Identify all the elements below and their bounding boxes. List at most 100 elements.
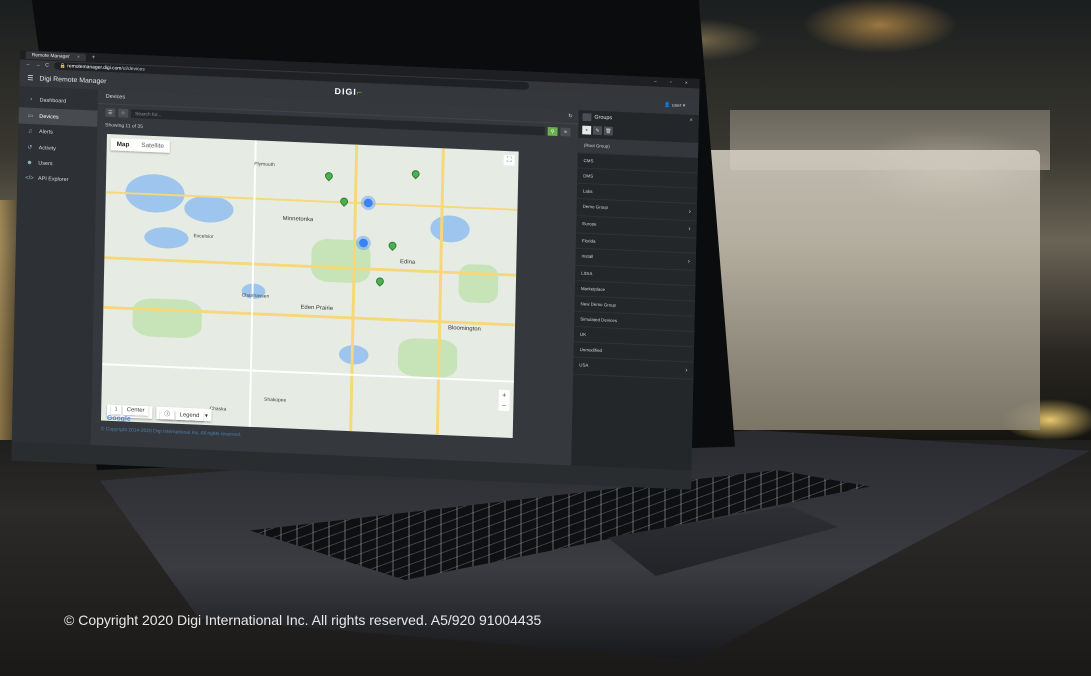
map-view-button[interactable]: ⌾ bbox=[118, 108, 129, 118]
gauge-icon: ◔ bbox=[28, 97, 33, 104]
map-type-map[interactable]: Map bbox=[111, 138, 136, 151]
group-item-label: USA bbox=[579, 362, 589, 368]
fullscreen-icon[interactable]: ⛶ bbox=[503, 154, 515, 166]
map-label: Edina bbox=[399, 259, 416, 266]
list-view-button[interactable]: ☰ bbox=[105, 108, 116, 118]
laptop-photo: Remote Manager × + – ▫ × ← → C 🔒 remotem… bbox=[0, 0, 1091, 676]
search-button[interactable]: ⚲ bbox=[547, 126, 558, 137]
page-footer: © Copyright 2014-2020 Digi International… bbox=[100, 426, 242, 438]
users-icon: ☻ bbox=[26, 160, 33, 167]
sidebar-item-label: Dashboard bbox=[39, 97, 67, 105]
lake bbox=[184, 194, 234, 224]
new-tab-icon[interactable]: + bbox=[92, 55, 96, 61]
url-path: /ui/devices bbox=[121, 65, 145, 73]
group-item-label: LIDIA bbox=[581, 270, 593, 277]
sidebar-item-api-explorer[interactable]: </> API Explorer bbox=[17, 170, 96, 189]
device-icon: ▭ bbox=[27, 113, 34, 120]
park bbox=[132, 297, 203, 339]
devices-panel: Devices ↻ ☰ ⌾ Search for... ⚲ ≡ Showing … bbox=[90, 89, 579, 466]
map-label: Chanhassen bbox=[241, 292, 270, 300]
zoom-in-button[interactable]: + bbox=[499, 390, 510, 401]
center-label: Center bbox=[122, 405, 149, 416]
device-marker[interactable] bbox=[374, 275, 386, 287]
user-menu[interactable]: 👤 user ▾ bbox=[664, 102, 685, 109]
folder-icon bbox=[582, 113, 592, 122]
edit-group-button[interactable]: ✎ bbox=[592, 126, 603, 136]
group-item-label: Unmodified bbox=[579, 347, 603, 353]
chevron-right-icon[interactable]: › bbox=[688, 258, 690, 265]
chevron-right-icon[interactable]: › bbox=[689, 209, 691, 216]
highway bbox=[349, 144, 359, 432]
code-icon: </> bbox=[25, 175, 34, 182]
device-marker[interactable] bbox=[338, 196, 350, 207]
refresh-icon[interactable]: ↻ bbox=[568, 114, 573, 120]
brand-text: DIGI bbox=[334, 86, 357, 97]
device-marker[interactable] bbox=[410, 168, 422, 180]
zoom-control: + − bbox=[498, 389, 510, 412]
group-item-label: Florida bbox=[581, 238, 596, 244]
close-icon[interactable]: × bbox=[77, 54, 80, 60]
map-label: Plymouth bbox=[254, 161, 275, 168]
laptop-screen: Remote Manager × + – ▫ × ← → C 🔒 remotem… bbox=[11, 50, 700, 490]
device-marker[interactable] bbox=[386, 240, 399, 251]
close-icon[interactable]: × bbox=[689, 118, 693, 124]
device-marker[interactable] bbox=[323, 170, 335, 182]
lock-icon: 🔒 bbox=[59, 63, 66, 70]
window-controls[interactable]: – ▫ × bbox=[654, 79, 694, 86]
sidebar: ◔ Dashboard ▭ Devices ♫ Alerts ↺ Activity ☻ U… bbox=[11, 86, 99, 445]
map-label: Minnetonka bbox=[282, 216, 314, 224]
group-item-label: Europe bbox=[582, 221, 597, 227]
legend-label: Legend bbox=[175, 410, 204, 422]
info-icon: ⓘ bbox=[160, 409, 175, 420]
lake bbox=[430, 214, 471, 244]
device-cluster[interactable] bbox=[358, 238, 369, 248]
group-item-label: Demo Group bbox=[582, 203, 609, 210]
chevron-right-icon[interactable]: › bbox=[685, 367, 687, 374]
group-item-label: (Root Group) bbox=[583, 142, 610, 149]
reload-icon[interactable]: C bbox=[45, 63, 49, 69]
groups-title: Groups bbox=[594, 114, 613, 122]
filter-button[interactable]: ≡ bbox=[560, 127, 571, 137]
sidebar-item-label: API Explorer bbox=[37, 175, 69, 184]
sidebar-item-label: Alerts bbox=[38, 129, 53, 136]
group-item-label: UK bbox=[579, 331, 587, 337]
device-cluster[interactable] bbox=[363, 198, 373, 208]
group-item-label: DMS bbox=[583, 173, 594, 179]
forward-icon[interactable]: → bbox=[35, 62, 40, 68]
group-item-label: Marketplace bbox=[580, 286, 606, 292]
group-item-label: Labs bbox=[582, 188, 593, 194]
add-group-button[interactable]: + bbox=[582, 125, 592, 135]
delete-group-button[interactable]: 🗑 bbox=[603, 126, 613, 136]
groups-panel: Groups × + ✎ 🗑 (Root Group) CMS DMS Labs Dem… bbox=[571, 110, 699, 471]
google-logo: Google bbox=[106, 415, 131, 423]
navigate-icon: ⟟ bbox=[110, 404, 122, 415]
zoom-out-button[interactable]: − bbox=[498, 400, 509, 411]
park bbox=[458, 263, 499, 304]
app-title: Digi Remote Manager bbox=[39, 75, 107, 85]
highway bbox=[435, 148, 445, 435]
menu-icon[interactable]: ☰ bbox=[27, 74, 33, 82]
map-label: Excelsior bbox=[193, 233, 214, 240]
map-label: Chaska bbox=[209, 406, 227, 413]
url-host: remotemanager.digi.com bbox=[67, 63, 122, 72]
map-label: Eden Prairie bbox=[300, 304, 334, 312]
user-icon: 👤 bbox=[664, 102, 671, 109]
devices-title: Devices bbox=[105, 93, 126, 101]
legend-button[interactable]: ⓘ Legend ▾ bbox=[156, 406, 212, 422]
digi-logo: DIGI⌐ bbox=[334, 86, 364, 98]
device-map[interactable]: Minnetonka Edina Eden Prairie Bloomingto… bbox=[100, 134, 519, 439]
map-type-satellite[interactable]: Satellite bbox=[135, 139, 170, 153]
lake bbox=[144, 226, 189, 250]
sidebar-item-label: Devices bbox=[39, 113, 59, 120]
map-label: Shakopee bbox=[264, 396, 287, 404]
group-item-label: New Demo Group bbox=[580, 301, 617, 308]
user-name: user bbox=[671, 102, 682, 109]
map-type-control: Map Satellite bbox=[110, 137, 171, 153]
sidebar-item-label: Users bbox=[38, 160, 53, 168]
group-item-label: Install bbox=[581, 253, 594, 259]
chevron-right-icon[interactable]: › bbox=[688, 226, 690, 233]
group-item-label: Simulated Devices bbox=[580, 316, 618, 324]
park bbox=[397, 337, 458, 379]
back-icon[interactable]: ← bbox=[26, 62, 31, 68]
group-list: (Root Group) CMS DMS Labs Demo Group › Europe ›… bbox=[573, 137, 699, 380]
